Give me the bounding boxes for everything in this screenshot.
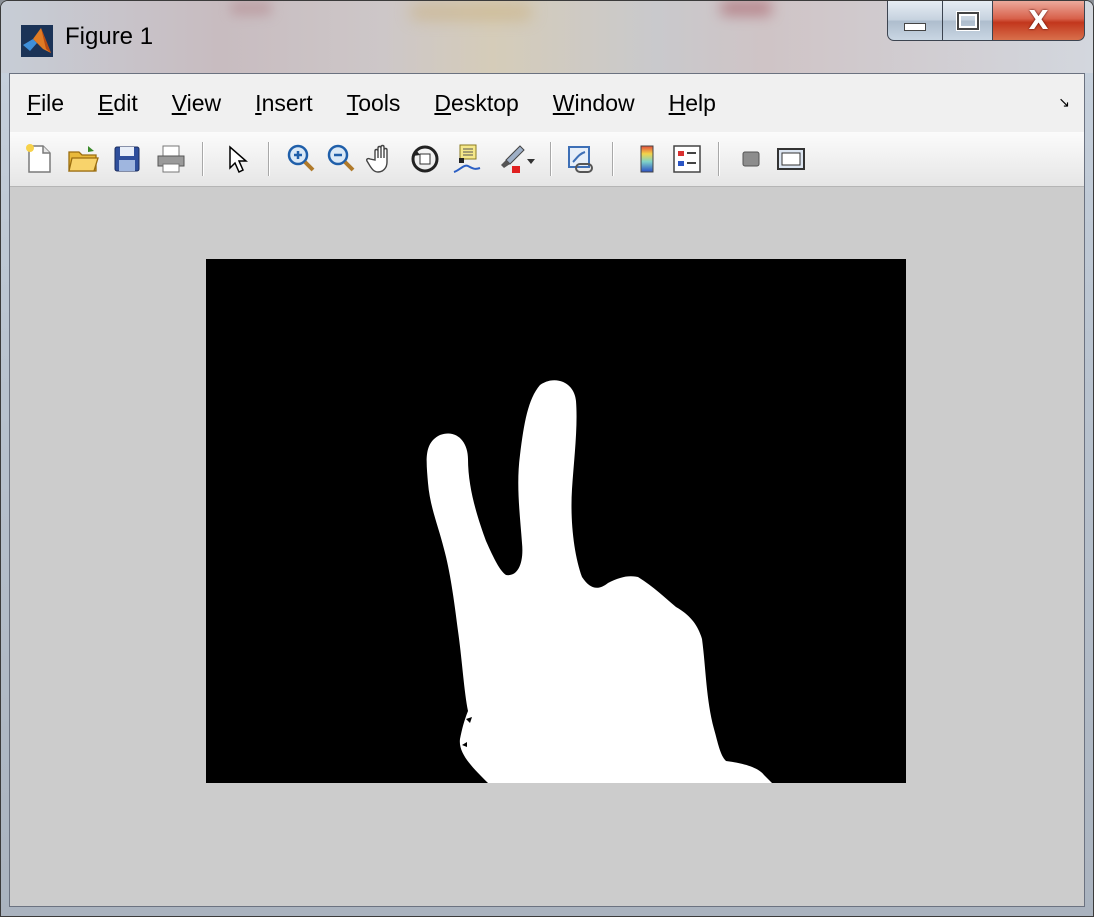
matlab-figure-window: Figure 1 X File Edit View Insert Tools D… — [0, 0, 1094, 917]
menu-view[interactable]: View — [155, 90, 238, 117]
menu-file[interactable]: File — [10, 90, 81, 117]
close-icon: X — [1028, 5, 1049, 36]
menu-edit[interactable]: Edit — [81, 90, 155, 117]
minimize-button[interactable] — [887, 1, 943, 41]
window-title: Figure 1 — [65, 23, 154, 50]
menu-help[interactable]: Help — [652, 90, 733, 117]
menu-desktop[interactable]: Desktop — [417, 90, 535, 117]
print-icon[interactable] — [154, 142, 188, 176]
menu-bar: File Edit View Insert Tools Desktop Wind… — [10, 74, 1084, 132]
figure-client-area: File Edit View Insert Tools Desktop Wind… — [9, 73, 1085, 907]
title-bar[interactable]: Figure 1 X — [1, 1, 1093, 73]
edit-plot-arrow-icon[interactable] — [220, 142, 254, 176]
figure-toolbar — [10, 132, 1084, 187]
menu-tools[interactable]: Tools — [330, 90, 418, 117]
maximize-icon — [956, 11, 979, 30]
save-icon[interactable] — [110, 142, 144, 176]
chevron-down-icon[interactable] — [524, 142, 538, 176]
pan-hand-icon[interactable] — [366, 142, 400, 176]
zoom-in-icon[interactable] — [284, 142, 318, 176]
minimize-icon — [904, 22, 926, 31]
zoom-out-icon[interactable] — [324, 142, 358, 176]
toolbar-separator — [550, 142, 552, 176]
show-plot-tools-icon[interactable] — [774, 142, 808, 176]
open-file-icon[interactable] — [66, 142, 100, 176]
binary-hand-mask-image — [206, 259, 906, 783]
toolbar-separator — [268, 142, 270, 176]
figure-canvas[interactable] — [10, 187, 1084, 906]
matlab-logo-icon — [21, 25, 53, 57]
data-cursor-icon[interactable] — [450, 142, 484, 176]
hide-plot-tools-icon[interactable] — [734, 142, 768, 176]
close-button[interactable]: X — [993, 1, 1085, 41]
menu-insert[interactable]: Insert — [238, 90, 330, 117]
link-plot-icon[interactable] — [564, 142, 598, 176]
toolbar-separator — [612, 142, 614, 176]
rotate-3d-icon[interactable] — [408, 142, 442, 176]
legend-icon[interactable] — [670, 142, 704, 176]
image-axes[interactable] — [206, 259, 906, 783]
caption-buttons: X — [887, 1, 1085, 43]
toolbar-separator — [718, 142, 720, 176]
new-figure-icon[interactable] — [22, 142, 56, 176]
brush-icon[interactable] — [494, 142, 528, 176]
colorbar-icon[interactable] — [630, 142, 664, 176]
menu-window[interactable]: Window — [536, 90, 652, 117]
maximize-button[interactable] — [943, 1, 993, 41]
dock-figure-icon[interactable]: ↘ — [1058, 94, 1070, 111]
toolbar-separator — [202, 142, 204, 176]
